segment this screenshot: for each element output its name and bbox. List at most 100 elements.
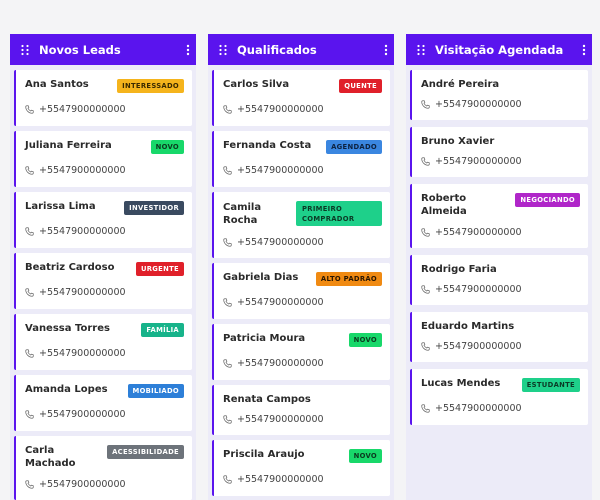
status-badge: QUENTE	[339, 79, 382, 93]
kebab-icon[interactable]	[384, 44, 388, 56]
lead-card[interactable]: Roberto Almeida NEGOCIANDO +554790000000…	[410, 184, 588, 248]
phone-number: +5547900000000	[237, 358, 324, 369]
lead-card[interactable]: Carlos Silva QUENTE +5547900000000	[212, 70, 390, 126]
phone-icon	[25, 105, 34, 114]
lead-name: Gabriela Dias	[223, 272, 299, 283]
lead-card[interactable]: Rodrigo Faria +5547900000000	[410, 255, 588, 305]
lead-name: Amanda Lopes	[25, 384, 108, 395]
column-header: Qualificados	[208, 34, 394, 65]
phone-number: +5547900000000	[39, 287, 126, 298]
status-badge: FAMÍLIA	[141, 323, 184, 337]
phone-number: +5547900000000	[237, 165, 324, 176]
lead-card[interactable]: Amanda Lopes MOBILIADO +5547900000000	[14, 375, 192, 431]
phone-icon	[25, 349, 34, 358]
grip-icon[interactable]	[20, 44, 30, 56]
kanban-board: Novos Leads Ana Santos INTERESSADO +5547…	[0, 0, 600, 500]
lead-phone: +5547900000000	[223, 165, 324, 176]
phone-number: +5547900000000	[39, 348, 126, 359]
phone-icon	[223, 166, 232, 175]
lead-phone: +5547900000000	[25, 165, 126, 176]
column-header: Visitação Agendada	[406, 34, 592, 65]
status-badge: INVESTIDOR	[124, 201, 184, 215]
phone-icon	[223, 298, 232, 307]
column-qualificados: Qualificados Carlos Silva QUENTE +554790…	[208, 34, 394, 500]
lead-name: Camila Rocha	[223, 202, 262, 226]
status-badge: ALTO PADRÃO	[315, 272, 382, 286]
lead-phone: +5547900000000	[223, 358, 324, 369]
lead-phone: +5547900000000	[25, 104, 126, 115]
phone-number: +5547900000000	[435, 341, 522, 352]
phone-number: +5547900000000	[39, 104, 126, 115]
lead-name: Priscila Araujo	[223, 449, 305, 460]
lead-card[interactable]: Lucas Mendes ESTUDANTE +5547900000000	[410, 369, 588, 425]
lead-card[interactable]: André Pereira +5547900000000	[410, 70, 588, 120]
card-list: Ana Santos INTERESSADO +5547900000000 Ju…	[10, 65, 196, 500]
lead-card[interactable]: Vanessa Torres FAMÍLIA +5547900000000	[14, 314, 192, 370]
lead-card[interactable]: Juliana Ferreira NOVO +5547900000000	[14, 131, 192, 187]
lead-name: Patricia Moura	[223, 333, 306, 344]
grip-icon[interactable]	[218, 44, 228, 56]
lead-card[interactable]: Larissa Lima INVESTIDOR +5547900000000	[14, 192, 192, 248]
phone-number: +5547900000000	[237, 237, 324, 248]
lead-phone: +5547900000000	[223, 474, 324, 485]
lead-card[interactable]: Gabriela Dias ALTO PADRÃO +5547900000000	[212, 263, 390, 319]
lead-card[interactable]: Fernanda Costa AGENDADO +5547900000000	[212, 131, 390, 187]
lead-card[interactable]: Camila Rocha PRIMEIRO COMPRADOR +5547900…	[212, 192, 390, 258]
lead-name: Vanessa Torres	[25, 323, 110, 334]
lead-name: Juliana Ferreira	[25, 140, 112, 151]
lead-card[interactable]: Priscila Araujo NOVO +5547900000000	[212, 440, 390, 496]
phone-number: +5547900000000	[39, 409, 126, 420]
phone-icon	[223, 359, 232, 368]
phone-icon	[25, 227, 34, 236]
phone-icon	[223, 238, 232, 247]
phone-number: +5547900000000	[237, 414, 324, 425]
lead-phone: +5547900000000	[421, 227, 522, 238]
phone-icon	[25, 480, 34, 489]
lead-card[interactable]: Ana Santos INTERESSADO +5547900000000	[14, 70, 192, 126]
phone-number: +5547900000000	[39, 479, 126, 490]
lead-card[interactable]: Patricia Moura NOVO +5547900000000	[212, 324, 390, 380]
phone-number: +5547900000000	[435, 403, 522, 414]
phone-number: +5547900000000	[39, 165, 126, 176]
phone-icon	[223, 415, 232, 424]
lead-card[interactable]: Renata Campos +5547900000000	[212, 385, 390, 435]
phone-icon	[421, 342, 430, 351]
lead-phone: +5547900000000	[223, 104, 324, 115]
lead-card[interactable]: Carla Machado ACESSIBILIDADE +5547900000…	[14, 436, 192, 500]
phone-icon	[223, 475, 232, 484]
lead-phone: +5547900000000	[25, 287, 126, 298]
lead-phone: +5547900000000	[421, 284, 522, 295]
status-badge: URGENTE	[135, 262, 184, 276]
lead-card[interactable]: Beatriz Cardoso URGENTE +5547900000000	[14, 253, 192, 309]
column-header: Novos Leads	[10, 34, 196, 65]
column-title: Visitação Agendada	[435, 42, 564, 57]
kebab-icon[interactable]	[186, 44, 190, 56]
grip-icon[interactable]	[416, 44, 426, 56]
lead-name: Bruno Xavier	[421, 136, 495, 147]
lead-name: Lucas Mendes	[421, 378, 501, 389]
phone-icon	[421, 100, 430, 109]
phone-icon	[25, 166, 34, 175]
column-title: Qualificados	[237, 42, 317, 57]
card-list: André Pereira +5547900000000 Bruno Xavie…	[406, 65, 592, 500]
lead-name: Renata Campos	[223, 394, 311, 405]
lead-phone: +5547900000000	[25, 409, 126, 420]
lead-name: Carlos Silva	[223, 79, 290, 90]
lead-name: Carla Machado	[25, 445, 76, 469]
phone-number: +5547900000000	[435, 156, 522, 167]
lead-phone: +5547900000000	[421, 341, 522, 352]
lead-name: Eduardo Martins	[421, 321, 515, 332]
status-badge: ACESSIBILIDADE	[107, 445, 184, 459]
lead-phone: +5547900000000	[223, 297, 324, 308]
status-badge: INTERESSADO	[117, 79, 184, 93]
kebab-icon[interactable]	[582, 44, 586, 56]
phone-number: +5547900000000	[435, 227, 522, 238]
lead-name: Beatriz Cardoso	[25, 262, 115, 273]
lead-card[interactable]: Eduardo Martins +5547900000000	[410, 312, 588, 362]
phone-icon	[421, 404, 430, 413]
lead-card[interactable]: Bruno Xavier +5547900000000	[410, 127, 588, 177]
lead-name: André Pereira	[421, 79, 500, 90]
phone-number: +5547900000000	[237, 297, 324, 308]
column-title: Novos Leads	[39, 42, 121, 57]
phone-icon	[421, 228, 430, 237]
